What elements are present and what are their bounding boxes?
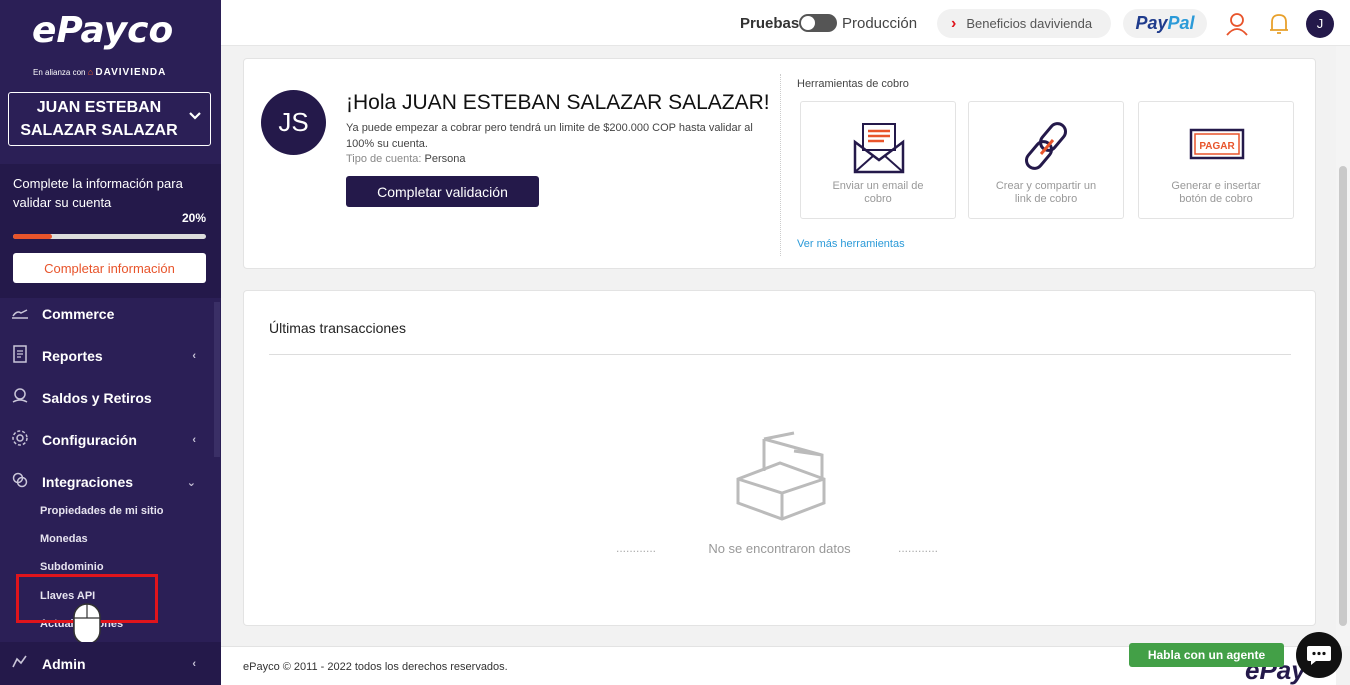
tool-label: Enviar un email de cobro xyxy=(832,180,924,205)
user-avatar-large: JS xyxy=(261,90,326,155)
transactions-card: Últimas transacciones ............ No se… xyxy=(243,290,1316,626)
sidebar-item-commerce[interactable]: Commerce xyxy=(0,295,214,333)
sidebar-item-label: Reportes xyxy=(42,348,103,364)
progress-bar xyxy=(13,234,206,239)
sidebar-item-label: Configuración xyxy=(42,432,137,448)
user-name: JUAN ESTEBAN SALAZAR SALAZAR xyxy=(9,96,189,142)
chat-bubble-icon xyxy=(1307,646,1331,665)
chevron-left-icon: ‹ xyxy=(192,350,196,362)
gear-icon xyxy=(10,429,30,451)
greeting-title: ¡Hola JUAN ESTEBAN SALAZAR SALAZAR! xyxy=(346,91,770,114)
welcome-card: JS ¡Hola JUAN ESTEBAN SALAZAR SALAZAR! Y… xyxy=(243,58,1316,269)
empty-box-icon xyxy=(736,431,826,521)
user-name-line1: JUAN ESTEBAN xyxy=(36,99,162,116)
chevron-left-icon: ‹ xyxy=(192,658,196,670)
report-icon xyxy=(10,345,30,367)
dots-right: ............ xyxy=(898,541,939,555)
sidebar-item-label: Admin xyxy=(42,656,86,672)
mouse-cursor-icon xyxy=(73,603,101,645)
money-icon xyxy=(10,387,30,409)
alliance-tag: En alianza con ⌂ DAVIVIENDA xyxy=(33,67,166,78)
progress-fill xyxy=(13,234,52,239)
chevron-right-icon: › xyxy=(951,14,957,32)
bell-icon[interactable] xyxy=(1266,11,1292,37)
toggle-knob xyxy=(801,16,815,30)
user-selector[interactable]: JUAN ESTEBAN SALAZAR SALAZAR xyxy=(8,92,211,146)
complete-info-text: Complete la información para validar su … xyxy=(13,176,183,210)
alliance-brand: DAVIVIENDA xyxy=(95,67,167,78)
main-scrollbar[interactable] xyxy=(1336,46,1350,646)
chevron-left-icon: ‹ xyxy=(192,434,196,446)
chat-button[interactable] xyxy=(1296,632,1342,678)
tools-title: Herramientas de cobro xyxy=(797,78,909,90)
chevron-down-icon xyxy=(189,112,201,120)
talk-to-agent-button[interactable]: Habla con un agente xyxy=(1129,643,1284,667)
greeting-subtitle: Ya puede empezar a cobrar pero tendrá un… xyxy=(346,122,753,150)
user-name-line2: SALAZAR SALAZAR xyxy=(20,122,178,139)
sidebar: ePayco En alianza con ⌂ DAVIVIENDA JUAN … xyxy=(0,0,221,685)
tool-label: Generar e insertar botón de cobro xyxy=(1171,180,1261,205)
tool-label: Crear y compartir un link de cobro xyxy=(995,180,1097,205)
transactions-title: Últimas transacciones xyxy=(269,320,406,336)
sidebar-item-admin[interactable]: Admin ‹ xyxy=(0,645,214,683)
commerce-icon xyxy=(10,304,30,324)
epayco-logo[interactable]: ePayco xyxy=(32,10,173,51)
email-icon xyxy=(853,123,905,174)
admin-icon xyxy=(10,654,30,674)
user-avatar[interactable]: J xyxy=(1306,10,1334,38)
benefits-label: Beneficios davivienda xyxy=(966,16,1093,31)
sidebar-item-label: Saldos y Retiros xyxy=(42,390,152,406)
transactions-divider xyxy=(269,354,1291,355)
account-type: Tipo de cuenta: Persona xyxy=(346,153,465,165)
complete-validation-button[interactable]: Completar validación xyxy=(346,176,539,207)
tool-link[interactable]: Crear y compartir un link de cobro xyxy=(968,101,1124,219)
submenu-monedas[interactable]: Monedas xyxy=(40,533,88,545)
pay-badge-text: PAGAR xyxy=(1199,141,1235,152)
agent-support-icon[interactable] xyxy=(1224,11,1250,37)
scrollbar-thumb[interactable] xyxy=(1339,166,1347,626)
sidebar-scrollbar[interactable] xyxy=(214,302,220,457)
topbar: Pruebas Producción › Beneficios davivien… xyxy=(221,0,1350,46)
more-tools-link[interactable]: Ver más herramientas xyxy=(797,238,905,250)
integrations-icon xyxy=(10,471,30,493)
tool-pay-button[interactable]: PAGAR Generar e insertar botón de cobro xyxy=(1138,101,1294,219)
footer-copyright: ePayco © 2011 - 2022 todos los derechos … xyxy=(243,661,508,673)
empty-state-text: No se encontraron datos xyxy=(708,541,851,556)
sidebar-item-label: Commerce xyxy=(42,306,115,322)
submenu-subdominio[interactable]: Subdominio xyxy=(40,561,104,573)
sidebar-item-reportes[interactable]: Reportes ‹ xyxy=(0,337,214,375)
account-type-value: Persona xyxy=(424,153,466,165)
paypal-text-a: Pay xyxy=(1135,13,1168,33)
complete-info-button[interactable]: Completar información xyxy=(13,253,206,283)
tool-email[interactable]: Enviar un email de cobro xyxy=(800,101,956,219)
mode-prod-label: Producción xyxy=(842,15,918,32)
account-type-label: Tipo de cuenta: xyxy=(346,153,422,165)
vertical-divider xyxy=(780,74,781,256)
submenu-propiedades[interactable]: Propiedades de mi sitio xyxy=(40,505,163,517)
link-icon xyxy=(1025,122,1067,170)
progress-percent: 20% xyxy=(181,211,206,225)
sidebar-item-integraciones[interactable]: Integraciones ⌄ xyxy=(0,463,214,501)
alliance-prefix: En alianza con xyxy=(33,68,86,77)
davivienda-house-icon: ⌂ xyxy=(87,67,94,77)
chevron-down-icon: ⌄ xyxy=(186,476,196,489)
complete-info-panel: Complete la información para validar su … xyxy=(0,164,221,298)
sidebar-item-configuracion[interactable]: Configuración ‹ xyxy=(0,421,214,459)
sidebar-item-label: Integraciones xyxy=(42,474,134,490)
sidebar-item-saldos[interactable]: Saldos y Retiros xyxy=(0,379,214,417)
environment-toggle[interactable] xyxy=(799,14,837,32)
paypal-text-b: Pal xyxy=(1167,13,1195,33)
benefits-button[interactable]: › Beneficios davivienda xyxy=(937,9,1111,38)
mode-test-label: Pruebas xyxy=(740,15,800,32)
paypal-button[interactable]: PayPal xyxy=(1123,9,1207,38)
